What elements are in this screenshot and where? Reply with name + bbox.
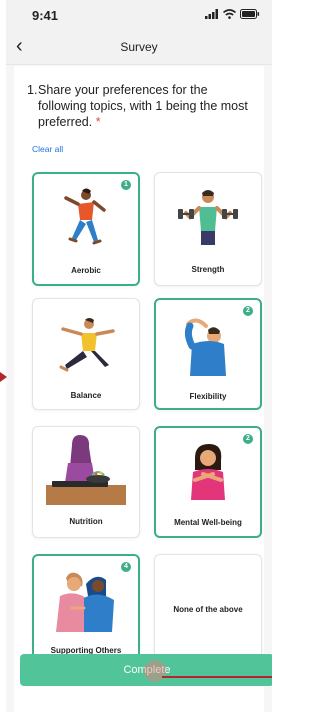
rank-badge: 2	[243, 306, 253, 316]
status-icons	[205, 9, 260, 19]
phone-screen: 9:41 ‹ Survey 1. Share your preferences …	[6, 0, 272, 712]
card-label: Strength	[191, 265, 225, 274]
card-label: Flexibility	[189, 392, 227, 401]
mental-well-being-illustration-icon	[191, 444, 225, 500]
option-card-nutrition[interactable]: Nutrition	[32, 426, 140, 538]
page-title: Survey	[120, 40, 158, 54]
wifi-icon	[223, 9, 236, 19]
nutrition-illustration-icon	[46, 435, 126, 505]
flexibility-illustration-icon	[184, 318, 226, 376]
question-text: 1. Share your preferences for the follow…	[27, 82, 248, 130]
clear-all-link[interactable]: Clear all	[32, 144, 63, 154]
card-label: Balance	[70, 391, 102, 400]
survey-content: 1. Share your preferences for the follow…	[14, 66, 264, 712]
rank-badge: 1	[121, 180, 131, 190]
status-time: 9:41	[32, 8, 59, 23]
option-card-supporting-others[interactable]: 4 Supporting Others	[32, 554, 140, 664]
question-number: 1.	[27, 83, 38, 97]
option-card-aerobic[interactable]: 1 Aerobic	[32, 172, 140, 286]
option-card-none-of-the-above[interactable]: None of the above	[154, 554, 262, 664]
nav-header: ‹ Survey	[6, 30, 272, 65]
card-label: Mental Well-being	[174, 518, 242, 527]
annotation-arrow-icon	[0, 372, 7, 382]
aerobic-illustration-icon	[64, 188, 106, 245]
balance-illustration-icon	[59, 318, 115, 372]
required-mark: *	[95, 115, 101, 129]
rank-badge: 2	[243, 434, 253, 444]
supporting-others-illustration-icon	[56, 572, 114, 632]
status-bar: 9:41	[6, 0, 272, 30]
battery-icon	[240, 9, 260, 19]
question-prompt: Share your preferences for the following…	[38, 83, 248, 129]
strength-illustration-icon	[178, 190, 238, 245]
tap-indicator	[144, 660, 166, 682]
card-label: None of the above	[173, 605, 243, 614]
option-card-flexibility[interactable]: 2 Flexibility	[154, 298, 262, 410]
card-label: Aerobic	[71, 266, 101, 275]
option-card-balance[interactable]: Balance	[32, 298, 140, 410]
option-card-mental-well-being[interactable]: 2 Mental Well-being	[154, 426, 262, 538]
signal-icon	[205, 9, 218, 19]
annotation-pointer-line	[162, 676, 272, 678]
card-label: Nutrition	[69, 517, 103, 526]
option-card-strength[interactable]: Strength	[154, 172, 262, 286]
